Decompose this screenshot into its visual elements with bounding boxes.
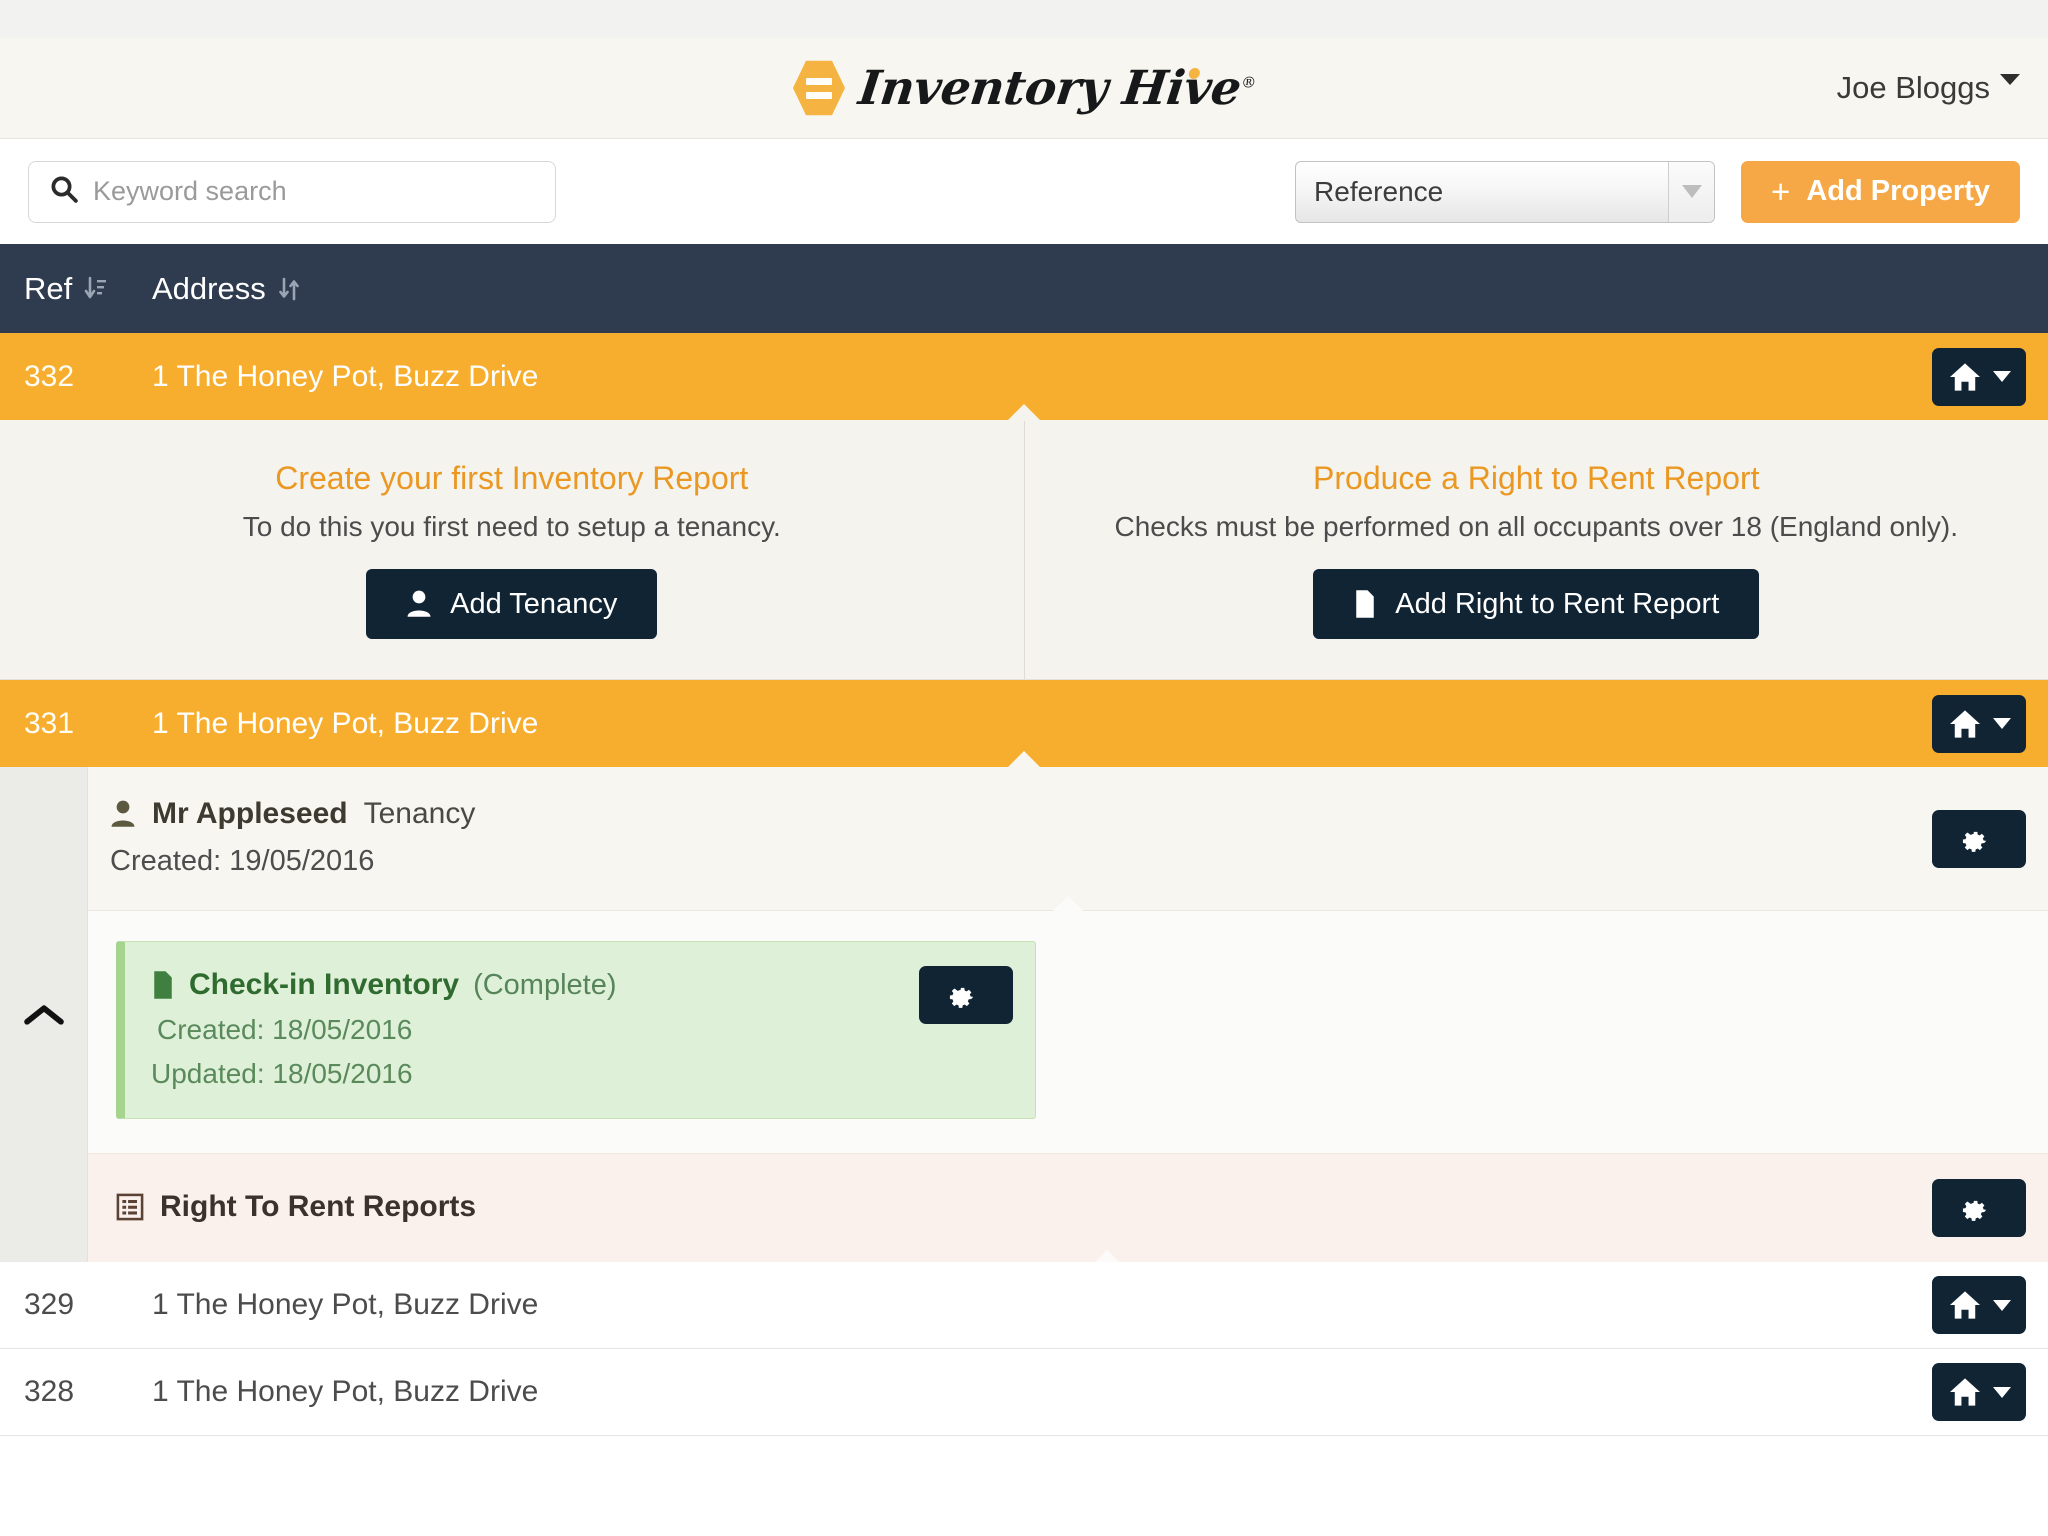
row-notch [1007, 751, 1041, 768]
property-ref: 329 [24, 1288, 75, 1321]
app-header: Inventory Hive® Joe Bloggs [0, 38, 2048, 139]
list-icon [116, 1193, 144, 1221]
chevron-up-icon [23, 1004, 64, 1025]
honeycomb-logo-icon [792, 60, 845, 116]
rtr-actions-button[interactable] [1932, 1179, 2026, 1237]
cta-inventory-subtitle: To do this you first need to setup a ten… [242, 511, 781, 542]
gear-icon [1962, 1200, 1986, 1221]
row-notch [1007, 404, 1041, 421]
toolbar: Reference + Add Property [0, 139, 2048, 244]
brand-text: Inventory Hive [855, 60, 1244, 116]
tenant-suffix: Tenancy [363, 797, 476, 830]
report-status: (Complete) [473, 968, 617, 1001]
search-input[interactable] [93, 176, 535, 207]
user-icon [407, 590, 431, 617]
tenancy-panel: Mr Appleseed Tenancy Created: 19/05/2016… [0, 767, 2048, 1263]
chevron-down-icon [1992, 1386, 2011, 1398]
brand-logo[interactable]: Inventory Hive® [792, 59, 1257, 117]
sort-field-value: Reference [1314, 175, 1444, 207]
chevron-down-icon [2000, 74, 2020, 85]
property-actions-button[interactable] [1932, 694, 2026, 753]
table-header: Ref Address [0, 244, 2048, 333]
gear-icon [949, 987, 973, 1008]
tenancy-header: Mr Appleseed Tenancy Created: 19/05/2016 [88, 767, 2048, 911]
chevron-down-icon [1992, 371, 2011, 382]
column-header-ref-label: Ref [24, 270, 73, 306]
property-actions-button[interactable] [1932, 1363, 2026, 1421]
document-icon [1356, 590, 1374, 618]
sort-desc-icon[interactable] [84, 276, 108, 302]
column-header-ref[interactable]: Ref [24, 271, 152, 307]
user-menu[interactable]: Joe Bloggs [1837, 70, 2020, 106]
add-tenancy-button[interactable]: Add Tenancy [366, 569, 658, 639]
collapse-tenancy-button[interactable] [0, 767, 88, 1262]
property-ref: 331 [24, 706, 75, 740]
report-title: Check-in Inventory [189, 968, 460, 1001]
search-icon [49, 174, 79, 209]
property-row[interactable]: 332 1 The Honey Pot, Buzz Drive [0, 333, 2048, 421]
rtr-title: Right To Rent Reports [160, 1190, 477, 1223]
property-ref: 332 [24, 359, 75, 393]
gear-icon [1962, 831, 1986, 852]
column-header-address[interactable]: Address [152, 271, 300, 307]
chevron-down-icon [1992, 1299, 2011, 1311]
tenancy-notch [1053, 896, 1083, 911]
home-icon [1949, 362, 1980, 391]
sort-field-select[interactable]: Reference [1295, 160, 1716, 223]
tenant-name: Mr Appleseed [152, 797, 348, 830]
cta-rtr-title: Produce a Right to Rent Report [1313, 460, 1760, 496]
select-chevron-down-icon[interactable] [1668, 161, 1715, 222]
property-row[interactable]: 331 1 The Honey Pot, Buzz Drive [0, 680, 2048, 768]
user-name-label: Joe Bloggs [1836, 70, 1990, 105]
home-icon [1949, 709, 1980, 738]
report-title-line: Check-in Inventory (Complete) [151, 968, 1009, 1002]
tenancy-created-date: Created: 19/05/2016 [110, 845, 375, 877]
add-rtr-label: Add Right to Rent Report [1395, 587, 1720, 620]
add-property-button[interactable]: + Add Property [1741, 160, 2020, 223]
inventory-report-card[interactable]: Check-in Inventory (Complete) Created: 1… [116, 941, 1036, 1119]
property-row[interactable]: 329 1 The Honey Pot, Buzz Drive [0, 1262, 2048, 1349]
chevron-down-icon [1992, 718, 2011, 729]
sort-icon[interactable] [278, 276, 300, 302]
cta-right-to-rent: Produce a Right to Rent Report Checks mu… [1023, 420, 2048, 679]
add-right-to-rent-report-button[interactable]: Add Right to Rent Report [1313, 569, 1760, 639]
plus-icon: + [1771, 172, 1791, 210]
property-address: 1 The Honey Pot, Buzz Drive [152, 1288, 539, 1321]
registered-mark: ® [1240, 72, 1257, 91]
add-tenancy-label: Add Tenancy [450, 587, 618, 620]
tenancy-actions-button[interactable] [1932, 809, 2026, 868]
cta-rtr-subtitle: Checks must be performed on all occupant… [1114, 511, 1959, 542]
report-actions-button[interactable] [919, 966, 1013, 1024]
property-actions-button[interactable] [1932, 1276, 2026, 1334]
tenant-line: Mr Appleseed Tenancy [110, 797, 2048, 831]
home-icon [1949, 1291, 1980, 1319]
property-address: 1 The Honey Pot, Buzz Drive [152, 706, 539, 740]
property-actions-button[interactable] [1932, 347, 2026, 406]
property-empty-state-panel: Create your first Inventory Report To do… [0, 420, 2048, 680]
reports-area: Check-in Inventory (Complete) Created: 1… [88, 911, 2048, 1153]
toolbar-actions: Reference + Add Property [1295, 160, 2020, 223]
property-address: 1 The Honey Pot, Buzz Drive [152, 1375, 539, 1408]
brand-name: Inventory Hive® [856, 61, 1259, 116]
property-row[interactable]: 328 1 The Honey Pot, Buzz Drive [0, 1349, 2048, 1436]
home-icon [1949, 1378, 1980, 1406]
column-header-address-label: Address [152, 270, 266, 306]
property-address: 1 The Honey Pot, Buzz Drive [152, 359, 539, 393]
rtr-title-line: Right To Rent Reports [116, 1190, 2048, 1224]
property-ref: 328 [24, 1375, 75, 1408]
add-property-label: Add Property [1806, 175, 1990, 207]
cta-inventory-title: Create your first Inventory Report [275, 460, 749, 496]
user-icon [111, 800, 135, 827]
browser-top-strip [0, 0, 2048, 38]
cta-inventory-report: Create your first Inventory Report To do… [0, 420, 1024, 679]
search-box[interactable] [28, 160, 556, 223]
right-to-rent-reports-row[interactable]: Right To Rent Reports [88, 1153, 2048, 1263]
report-updated-date: Updated: 18/05/2016 [151, 1058, 413, 1089]
document-icon [154, 971, 172, 999]
report-created-date: Created: 18/05/2016 [157, 1014, 413, 1045]
tenancy-body: Mr Appleseed Tenancy Created: 19/05/2016… [88, 767, 2048, 1263]
